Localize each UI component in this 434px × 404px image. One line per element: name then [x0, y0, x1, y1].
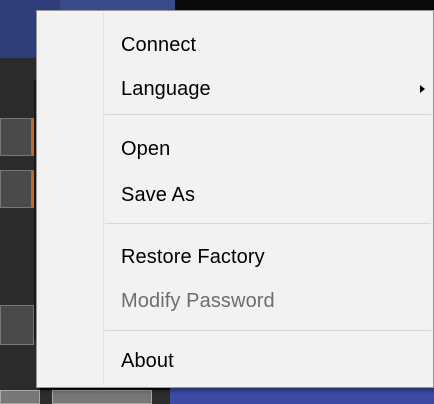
menu-item-label: Connect: [121, 33, 197, 56]
menu-item-open[interactable]: Open: [39, 129, 431, 169]
menu-item-language[interactable]: Language: [39, 69, 431, 109]
menu-item-restore-factory[interactable]: Restore Factory: [39, 237, 431, 277]
menu-item-about[interactable]: About: [39, 341, 431, 381]
menu-separator: [105, 330, 431, 331]
menu-item-save-as[interactable]: Save As: [39, 175, 431, 215]
menu-item-label: Language: [121, 77, 211, 100]
background-desktop-area: [170, 386, 434, 404]
background-button: [0, 118, 34, 156]
menu-item-modify-password: Modify Password: [39, 281, 431, 321]
menu-item-label: Save As: [121, 183, 196, 206]
submenu-arrow-icon: [420, 85, 425, 93]
menu-separator: [105, 223, 431, 224]
context-menu: Connect Language Open Save As Restore Fa…: [36, 10, 434, 388]
menu-item-label: Restore Factory: [121, 245, 265, 268]
menu-separator: [105, 114, 431, 115]
background-button: [0, 170, 34, 208]
background-bottom-button: [0, 390, 40, 404]
menu-item-label: Open: [121, 137, 171, 160]
menu-item-connect[interactable]: Connect: [39, 25, 431, 65]
menu-item-label: About: [121, 349, 174, 372]
background-bottom-button: [52, 390, 152, 404]
background-button: [0, 305, 34, 345]
menu-item-label: Modify Password: [121, 289, 275, 312]
